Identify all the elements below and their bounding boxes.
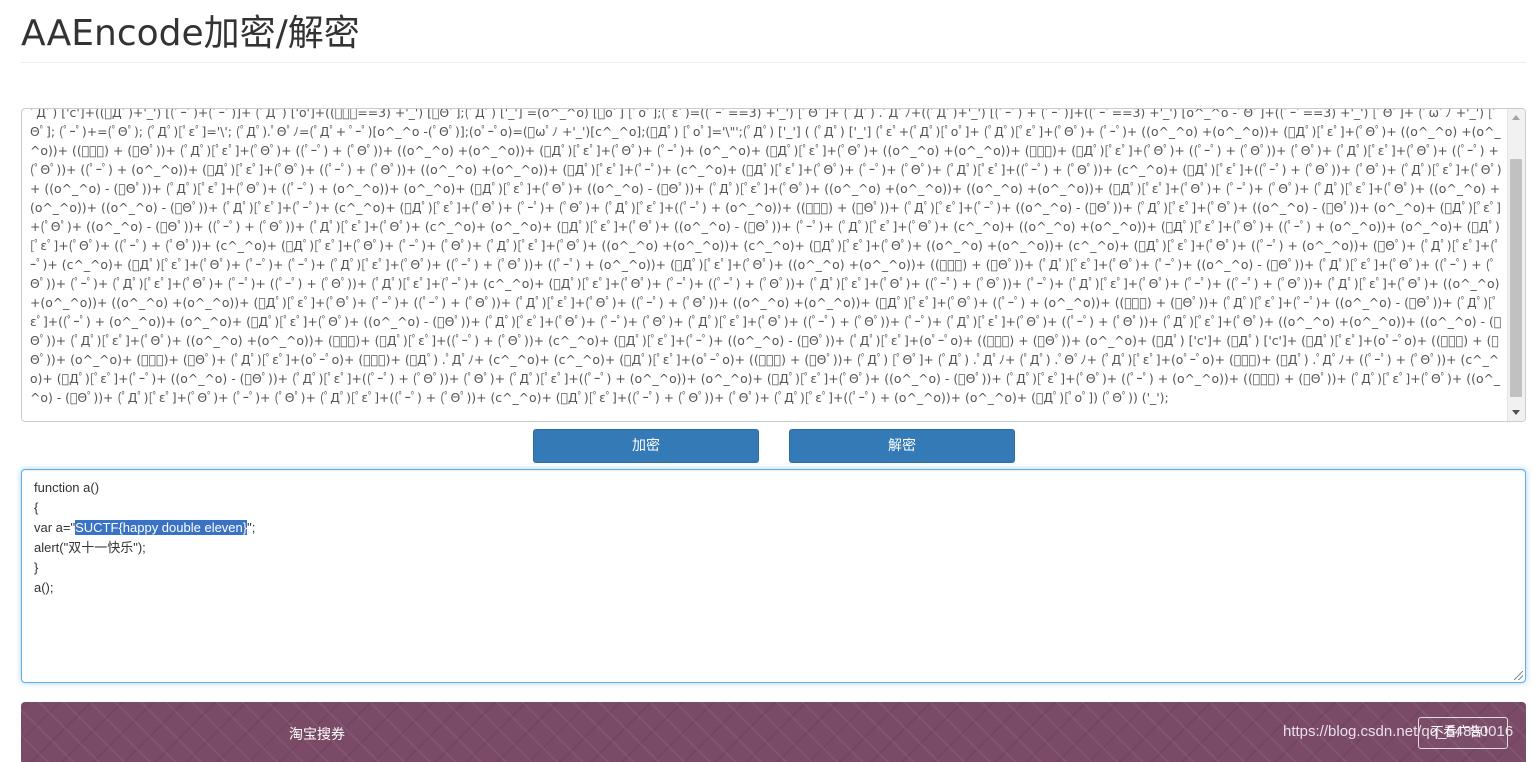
code-line: alert("双十一快乐");	[34, 540, 146, 555]
ad-banner: 淘宝搜券 https://blog.csdn.net/qq_54890016 不…	[21, 702, 1526, 762]
code-line: function a()	[34, 480, 100, 495]
scroll-down-arrow-icon[interactable]	[1508, 404, 1525, 421]
taobao-coupon-link[interactable]: 淘宝搜券	[289, 724, 345, 744]
scroll-up-arrow-icon[interactable]	[1508, 109, 1525, 126]
code-line-suffix: ";	[247, 520, 256, 535]
resize-grip-icon[interactable]	[1514, 671, 1523, 680]
encoded-input-scrollbar[interactable]	[1507, 109, 1525, 421]
code-line: }	[34, 560, 39, 575]
encoded-input-text: ﾟДﾟ) ['c']+((ﾟДﾟ)+'_') [(ﾟｰﾟ)+(ﾟｰﾟ)]+ (ﾟ…	[30, 109, 1502, 405]
title-divider	[21, 62, 1526, 63]
decrypt-button[interactable]: 解密	[789, 429, 1015, 463]
code-line-prefix: var a="	[34, 520, 76, 535]
decoded-output-text: function a() { var a="SUCTF{happy double…	[34, 478, 255, 598]
hide-ad-button[interactable]: 不看广告！	[1418, 717, 1508, 749]
page-title: AAEncode加密/解密	[21, 13, 360, 54]
code-line: var a="SUCTF{happy double eleven}";	[34, 518, 255, 538]
decoded-output-textarea[interactable]: function a() { var a="SUCTF{happy double…	[21, 469, 1526, 683]
selected-text[interactable]: SUCTF{happy double eleven}	[75, 520, 248, 535]
code-line: a();	[34, 580, 54, 595]
encrypt-button[interactable]: 加密	[533, 429, 759, 463]
code-line: {	[34, 500, 39, 515]
encoded-input-textarea[interactable]: ﾟДﾟ) ['c']+((ﾟДﾟ)+'_') [(ﾟｰﾟ)+(ﾟｰﾟ)]+ (ﾟ…	[21, 108, 1526, 422]
scrollbar-thumb[interactable]	[1510, 159, 1522, 397]
